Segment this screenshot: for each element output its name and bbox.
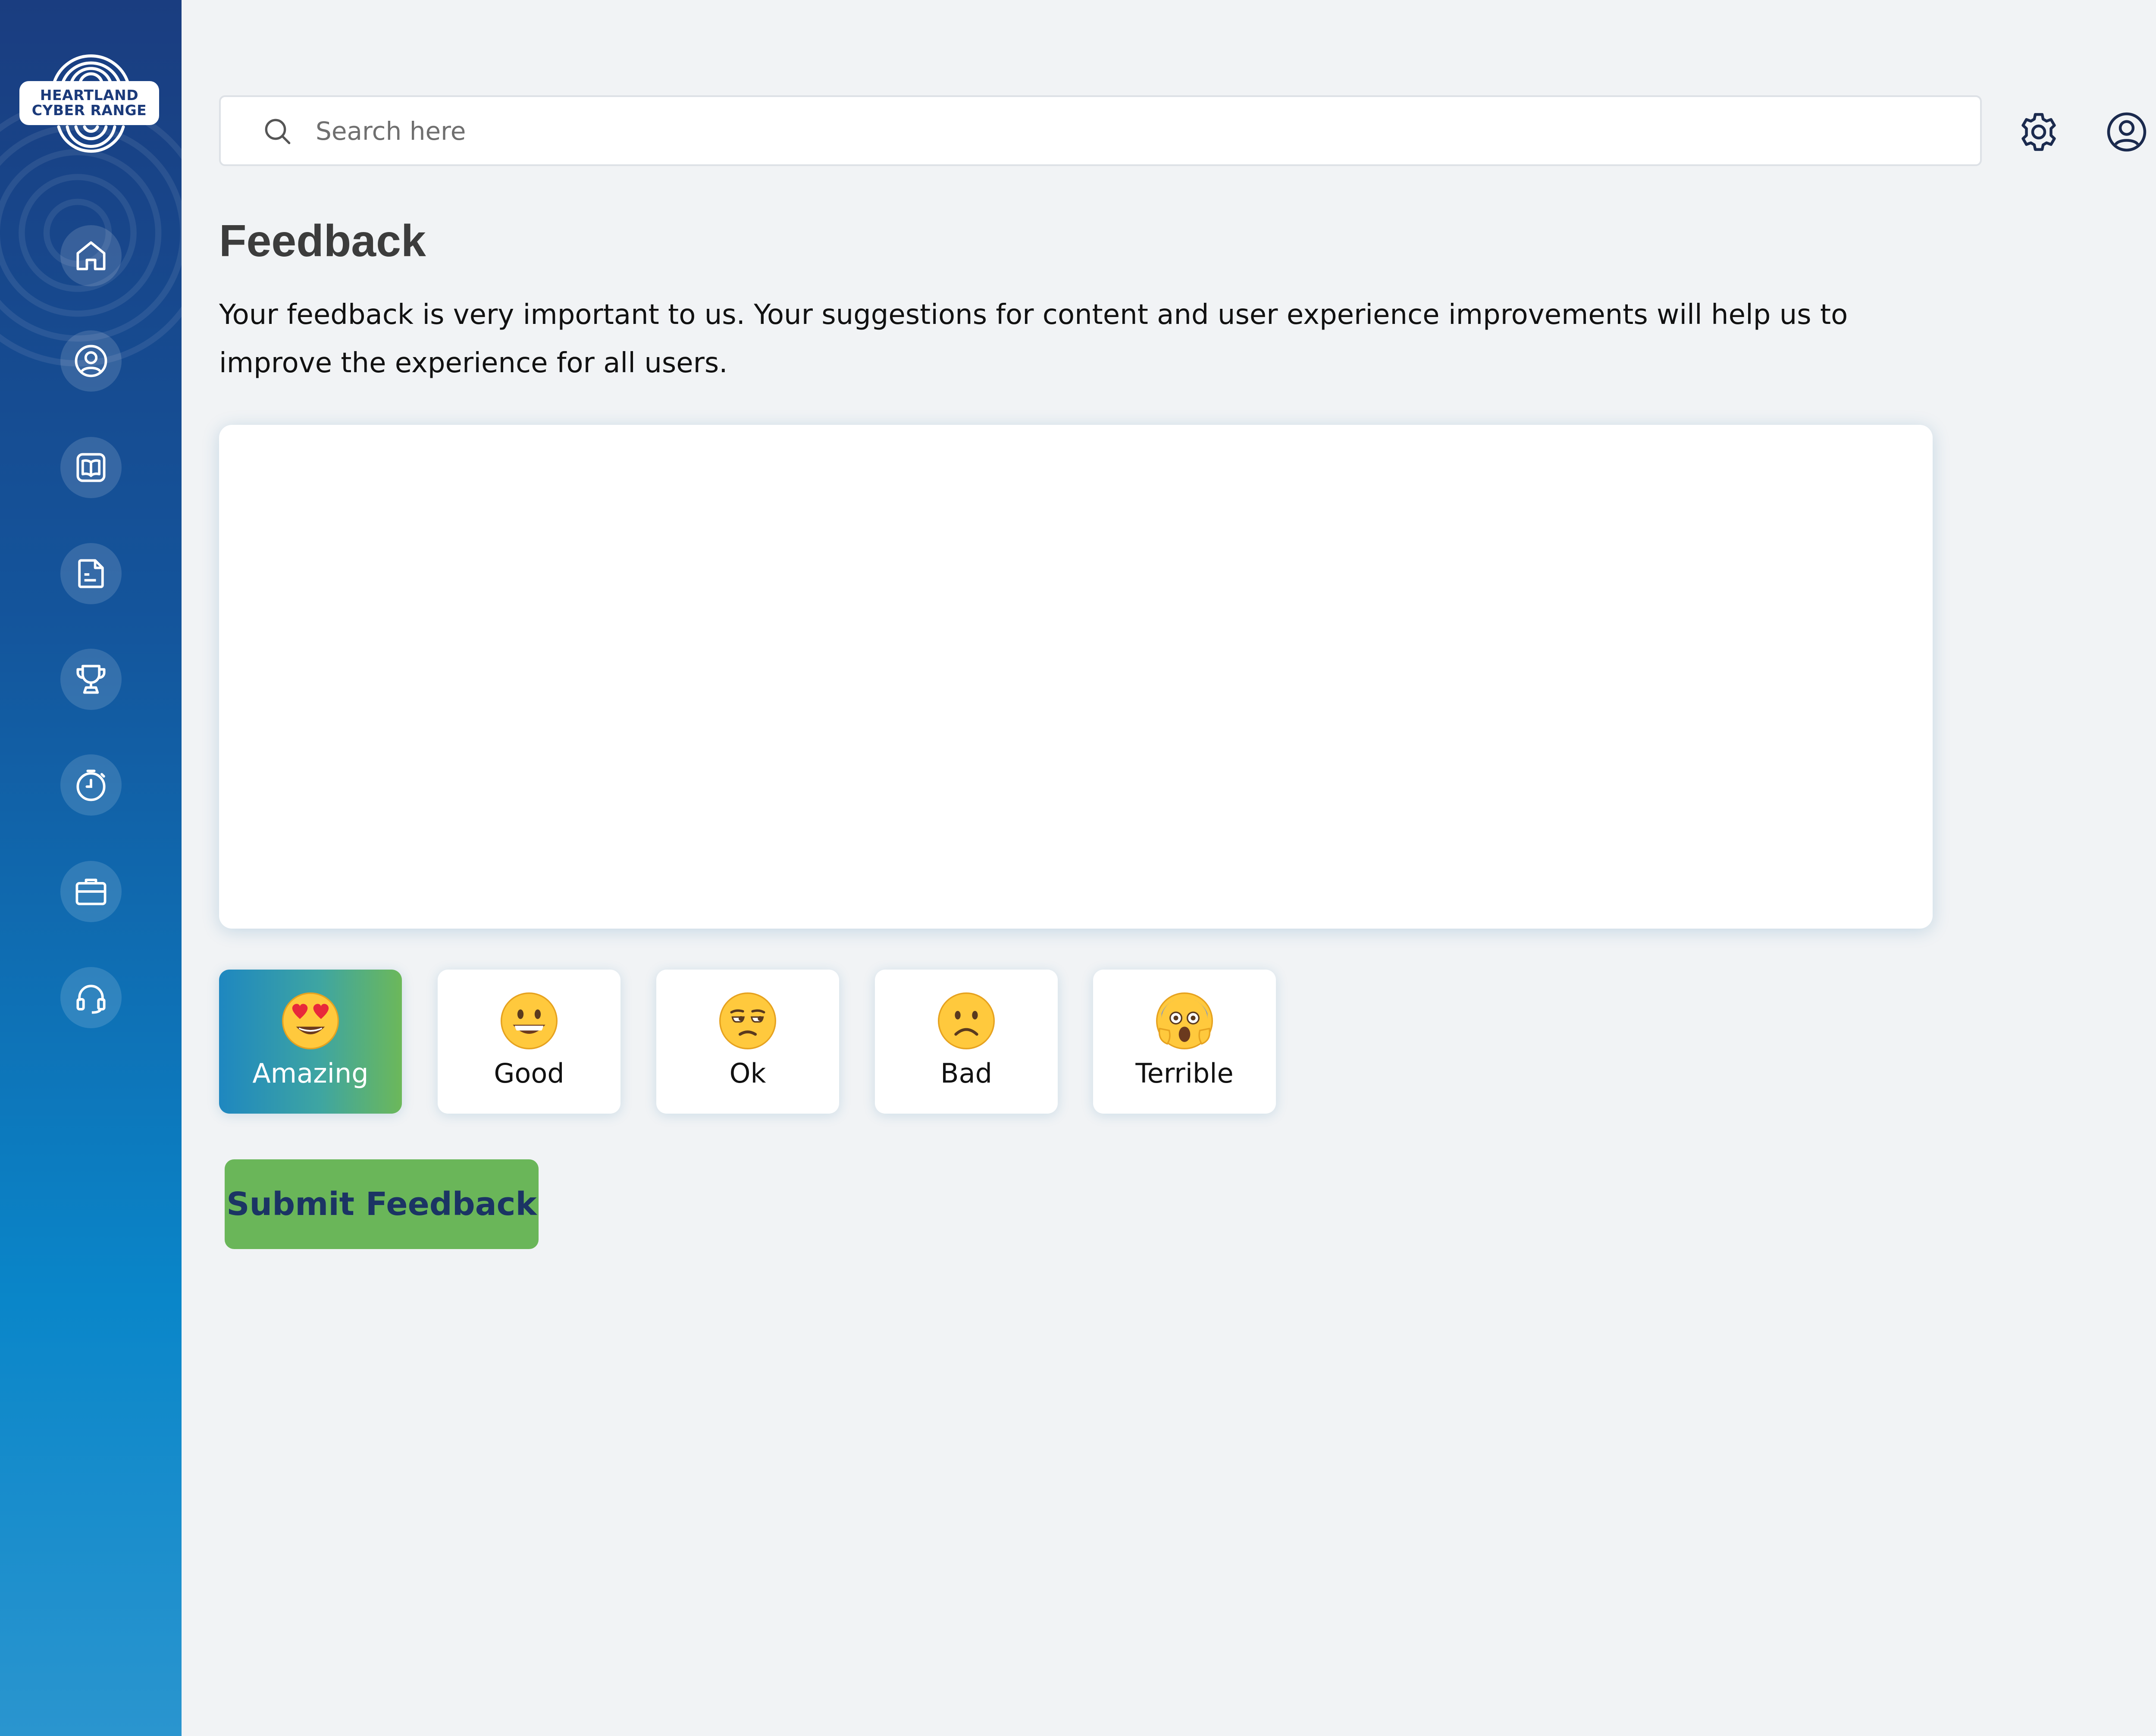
rating-label: Good xyxy=(494,1058,564,1089)
search-bar[interactable] xyxy=(219,95,1982,166)
rating-label: Terrible xyxy=(1135,1058,1234,1089)
search-icon xyxy=(265,119,291,144)
grinning-emoji-icon xyxy=(500,992,558,1050)
sidebar-item-jobs[interactable] xyxy=(60,861,122,922)
page-description: Your feedback is very important to us. Y… xyxy=(219,299,1848,379)
sidebar-item-support[interactable] xyxy=(60,967,122,1028)
logo-line-1: HEARTLAND xyxy=(40,87,139,104)
heart-eyes-emoji-icon xyxy=(282,992,339,1050)
sidebar-item-timer[interactable] xyxy=(60,754,122,816)
rating-label: Ok xyxy=(729,1058,766,1089)
logo-badge: HEARTLAND CYBER RANGE xyxy=(19,81,159,125)
document-icon xyxy=(78,559,104,588)
trophy-icon xyxy=(76,665,106,694)
logo[interactable]: HEARTLAND CYBER RANGE xyxy=(18,47,164,159)
rating-label: Amazing xyxy=(252,1058,369,1089)
page-title: Feedback xyxy=(219,216,426,266)
user-circle-icon[interactable] xyxy=(2103,108,2151,156)
gear-icon[interactable] xyxy=(2015,108,2063,156)
sidebar-item-profile[interactable] xyxy=(60,330,122,392)
book-icon xyxy=(76,453,106,482)
rating-ok[interactable]: Ok xyxy=(656,970,839,1114)
rating-terrible[interactable]: Terrible xyxy=(1093,970,1276,1114)
submit-feedback-button[interactable]: Submit Feedback xyxy=(225,1159,539,1249)
rating-label: Bad xyxy=(940,1058,992,1089)
screaming-emoji-icon xyxy=(1156,992,1213,1050)
rating-amazing[interactable]: Amazing xyxy=(219,970,402,1114)
user-icon xyxy=(75,345,107,377)
home-icon xyxy=(76,241,106,270)
timer-icon xyxy=(76,769,106,801)
sidebar: HEARTLAND CYBER RANGE xyxy=(0,0,182,1736)
sidebar-item-leaderboard[interactable] xyxy=(60,649,122,710)
briefcase-icon xyxy=(75,879,107,905)
sidebar-item-documents[interactable] xyxy=(60,543,122,604)
sidebar-item-library[interactable] xyxy=(60,437,122,498)
frowning-emoji-icon xyxy=(937,992,995,1050)
sidebar-item-home[interactable] xyxy=(60,225,122,286)
headset-icon xyxy=(76,985,106,1014)
rating-bad[interactable]: Bad xyxy=(875,970,1058,1114)
unamused-emoji-icon xyxy=(719,992,777,1050)
feedback-textarea[interactable] xyxy=(219,425,1933,929)
logo-line-2: CYBER RANGE xyxy=(31,102,147,119)
search-input[interactable] xyxy=(315,107,1955,155)
rating-good[interactable]: Good xyxy=(438,970,620,1114)
